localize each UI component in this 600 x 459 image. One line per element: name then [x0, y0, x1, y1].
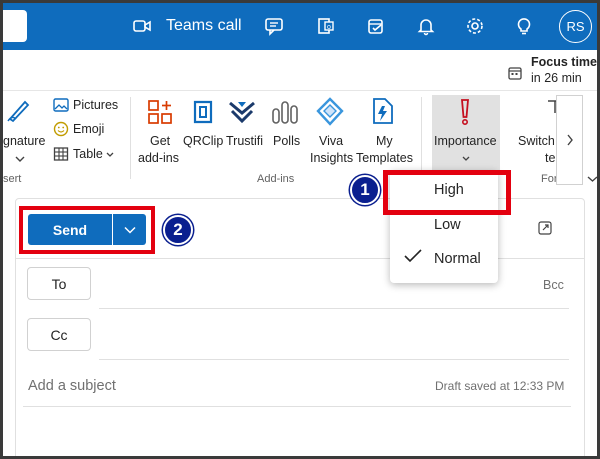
templates-icon: [373, 98, 393, 124]
outlook-window: Teams call o RS Focus time in 26 min gna…: [0, 0, 600, 459]
checkmark-icon: [404, 249, 422, 263]
get-addins-label-2: add-ins: [138, 151, 179, 165]
switch-template-icon: [548, 100, 556, 113]
chevron-down-icon[interactable]: [15, 155, 25, 163]
bell-icon[interactable]: [414, 14, 438, 38]
subject-underline: [23, 406, 571, 407]
gear-icon[interactable]: [463, 14, 487, 38]
office-apps-icon[interactable]: o: [314, 14, 338, 38]
ribbon-collapse-icon[interactable]: [587, 175, 598, 183]
table-icon: [53, 147, 69, 161]
pictures-icon: [53, 98, 69, 112]
ribbon-scroll-right-button[interactable]: [556, 95, 583, 185]
emoji-icon: [53, 121, 69, 137]
svg-text:o: o: [327, 24, 331, 31]
emoji-button[interactable]: Emoji: [73, 122, 104, 136]
importance-button[interactable]: Importance: [432, 95, 500, 171]
send-highlight-box: [19, 206, 155, 254]
menu-item-label: Normal: [434, 251, 481, 267]
draft-status: Draft saved at 12:33 PM: [435, 379, 565, 393]
teams-call-button[interactable]: Teams call: [166, 17, 242, 35]
exclamation-icon: [461, 99, 469, 125]
viva-insights-label-2: Insights: [310, 151, 354, 165]
pictures-button[interactable]: Pictures: [73, 98, 118, 112]
trustifi-icon: [229, 101, 255, 124]
popout-icon[interactable]: [538, 221, 552, 235]
get-addins-icon: [148, 100, 172, 124]
compose-separator: [16, 258, 584, 259]
viva-insights-button[interactable]: Viva: [319, 134, 343, 148]
focus-time-title: Focus time: [531, 55, 597, 69]
to-field-underline: [99, 308, 569, 309]
lightbulb-icon[interactable]: [512, 14, 536, 38]
focus-time-subtitle: in 26 min: [531, 71, 582, 85]
switch-template-label-2: te: [545, 151, 556, 165]
menu-item-label: Low: [434, 217, 461, 233]
get-addins-button[interactable]: Get: [150, 134, 170, 148]
importance-label: Importance: [434, 134, 497, 148]
subject-input[interactable]: Add a subject: [28, 378, 116, 394]
trustifi-button[interactable]: Trustifi: [226, 134, 263, 148]
calendar-icon: [508, 67, 522, 80]
polls-icon: [272, 101, 298, 124]
ribbon-divider: [130, 97, 131, 179]
search-box[interactable]: [3, 10, 27, 42]
chevron-right-icon: [566, 134, 573, 146]
title-bar: Teams call o RS: [3, 3, 597, 50]
viva-insights-icon: [316, 97, 344, 126]
tasks-icon[interactable]: [364, 14, 388, 38]
cc-button[interactable]: Cc: [27, 318, 91, 351]
chevron-down-icon[interactable]: [106, 152, 114, 158]
ribbon-divider: [421, 97, 422, 179]
focus-time-reminder[interactable]: Focus time in 26 min: [508, 55, 597, 89]
chat-feedback-icon[interactable]: [262, 14, 286, 38]
chevron-down-icon: [462, 156, 470, 161]
cc-field-underline: [99, 359, 569, 360]
signature-button[interactable]: gnature: [3, 134, 45, 148]
qrclip-button[interactable]: QRClip: [183, 134, 223, 148]
table-button[interactable]: Table: [73, 147, 103, 161]
switch-template-button[interactable]: Switch: [518, 134, 555, 148]
high-highlight-box: [383, 170, 511, 215]
my-templates-button[interactable]: My: [376, 134, 393, 148]
step-2-badge: 2: [163, 215, 193, 245]
signature-icon: [7, 100, 30, 123]
my-templates-label-2: Templates: [356, 151, 413, 165]
qrclip-icon: [193, 100, 213, 124]
addins-group-label: Add-ins: [257, 173, 295, 185]
step-1-badge: 1: [350, 175, 380, 205]
avatar[interactable]: RS: [559, 10, 592, 43]
video-icon[interactable]: [130, 14, 154, 38]
bcc-button[interactable]: Bcc: [543, 278, 564, 292]
to-button[interactable]: To: [27, 267, 91, 300]
insert-group-label: sert: [3, 173, 22, 185]
polls-button[interactable]: Polls: [273, 134, 300, 148]
